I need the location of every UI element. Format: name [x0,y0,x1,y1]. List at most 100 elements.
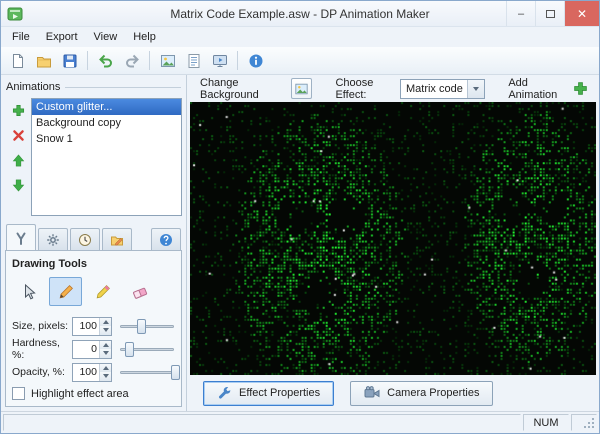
eraser-tool-button[interactable] [123,277,156,306]
size-spin-down[interactable] [100,326,111,335]
about-button[interactable] [243,49,268,73]
make-video-button[interactable] [207,49,232,73]
list-item[interactable]: Background copy [32,115,181,131]
opacity-spinner[interactable]: 100 [72,362,112,382]
move-layer-down-button[interactable] [9,176,27,194]
app-window: Matrix Code Example.asw - DP Animation M… [0,0,600,434]
size-spin-up[interactable] [100,317,111,326]
hardness-spin-down[interactable] [100,349,111,358]
highlight-effect-checkbox[interactable] [12,387,25,400]
tab-drawing-tools[interactable] [6,224,36,251]
drawing-tools-page: Drawing Tools Size, pixels: 100 Hardness… [5,250,182,407]
open-file-button[interactable] [31,49,56,73]
tool-tabs [5,224,182,251]
add-background-button[interactable] [155,49,180,73]
tab-timing[interactable] [70,228,100,251]
opacity-spin-down[interactable] [100,372,111,381]
animation-layers-list[interactable]: Custom glitter... Background copy Snow 1 [31,98,182,216]
add-animation-layer-button[interactable] [9,101,27,119]
eraser-icon [132,287,147,299]
list-item[interactable]: Custom glitter... [32,99,181,115]
hardness-label: Hardness, %: [12,337,60,361]
minimize-button[interactable]: – [506,1,535,26]
opacity-value: 100 [79,365,97,378]
select-arrow-tool-button[interactable] [12,277,45,306]
delete-animation-layer-button[interactable] [9,126,27,144]
arrow-down-icon [12,179,24,192]
dropdown-arrow-icon[interactable] [466,79,484,98]
image-icon [160,54,175,67]
add-text-button[interactable] [181,49,206,73]
undo-icon [98,54,112,67]
save-button[interactable] [57,49,82,73]
menu-view[interactable]: View [86,27,126,47]
animations-panel: Animations Custom glitter... Background … [1,75,187,411]
highlight-effect-row[interactable]: Highlight effect area [10,383,177,400]
slingshot-tool-icon [16,232,26,245]
tab-effect-settings[interactable] [38,228,68,251]
new-document-button[interactable] [5,49,30,73]
move-layer-up-button[interactable] [9,151,27,169]
size-slider[interactable] [119,317,175,336]
resize-grip[interactable] [582,416,596,430]
title-bar[interactable]: Matrix Code Example.asw - DP Animation M… [1,1,599,27]
status-bar: NUM [1,411,599,433]
effect-properties-label: Effect Properties [239,387,321,399]
tab-file-tools[interactable] [102,228,132,251]
hardness-spin-up[interactable] [100,340,111,349]
marker-tool-button[interactable] [86,277,119,306]
tab-help[interactable] [151,228,181,251]
video-camera-icon [364,386,380,398]
hardness-slider[interactable] [119,340,175,359]
header-rule [65,86,181,88]
list-item[interactable]: Snow 1 [32,131,181,147]
tools-row [10,277,177,315]
hardness-spinner[interactable]: 0 [72,339,112,359]
opacity-slider-thumb[interactable] [170,364,180,380]
delete-x-icon [12,129,24,141]
plus-icon [12,104,24,116]
folder-edit-icon [111,236,123,246]
save-floppy-icon [63,54,76,67]
animations-header-label: Animations [6,81,61,93]
opacity-slider-track [120,370,174,374]
effect-select[interactable]: Matrix code [399,78,485,99]
redo-button[interactable] [119,49,144,73]
preview-area [190,102,596,375]
status-message-pane [3,414,521,431]
close-button[interactable]: ✕ [564,1,599,26]
opacity-label: Opacity, %: [12,366,65,378]
text-page-icon [188,53,199,68]
background-image-button[interactable] [290,78,313,99]
change-background-button[interactable]: Change Background [197,75,285,103]
undo-button[interactable] [93,49,118,73]
open-folder-icon [36,56,51,67]
animations-header: Animations [5,79,182,98]
add-animation-button[interactable] [572,79,589,99]
help-icon [160,234,172,246]
effect-bar: Change Background Choose Effect: Matrix … [187,75,599,102]
effect-properties-button[interactable]: Effect Properties [203,380,335,406]
highlight-effect-label: Highlight effect area [31,387,129,400]
maximize-button[interactable] [535,1,564,26]
menu-file[interactable]: File [4,27,38,47]
animation-preview-canvas[interactable] [190,102,596,375]
status-end-pane [571,414,597,431]
plus-icon [574,82,587,95]
hardness-slider-thumb[interactable] [124,341,134,357]
menu-export[interactable]: Export [38,27,86,47]
pencil-tool-button[interactable] [49,277,82,306]
redo-icon [125,54,139,67]
animations-list-row: Custom glitter... Background copy Snow 1 [5,98,182,216]
size-spin-arrows [99,317,111,335]
main-panel: Change Background Choose Effect: Matrix … [187,75,599,411]
opacity-slider[interactable] [119,363,180,382]
hardness-value: 0 [91,342,97,355]
opacity-spin-up[interactable] [100,363,111,372]
menu-help[interactable]: Help [125,27,164,47]
size-slider-thumb[interactable] [136,318,146,334]
content-area: Animations Custom glitter... Background … [1,75,599,411]
cursor-arrow-icon [24,283,36,299]
camera-properties-button[interactable]: Camera Properties [350,380,494,406]
size-spinner[interactable]: 100 [72,316,112,336]
